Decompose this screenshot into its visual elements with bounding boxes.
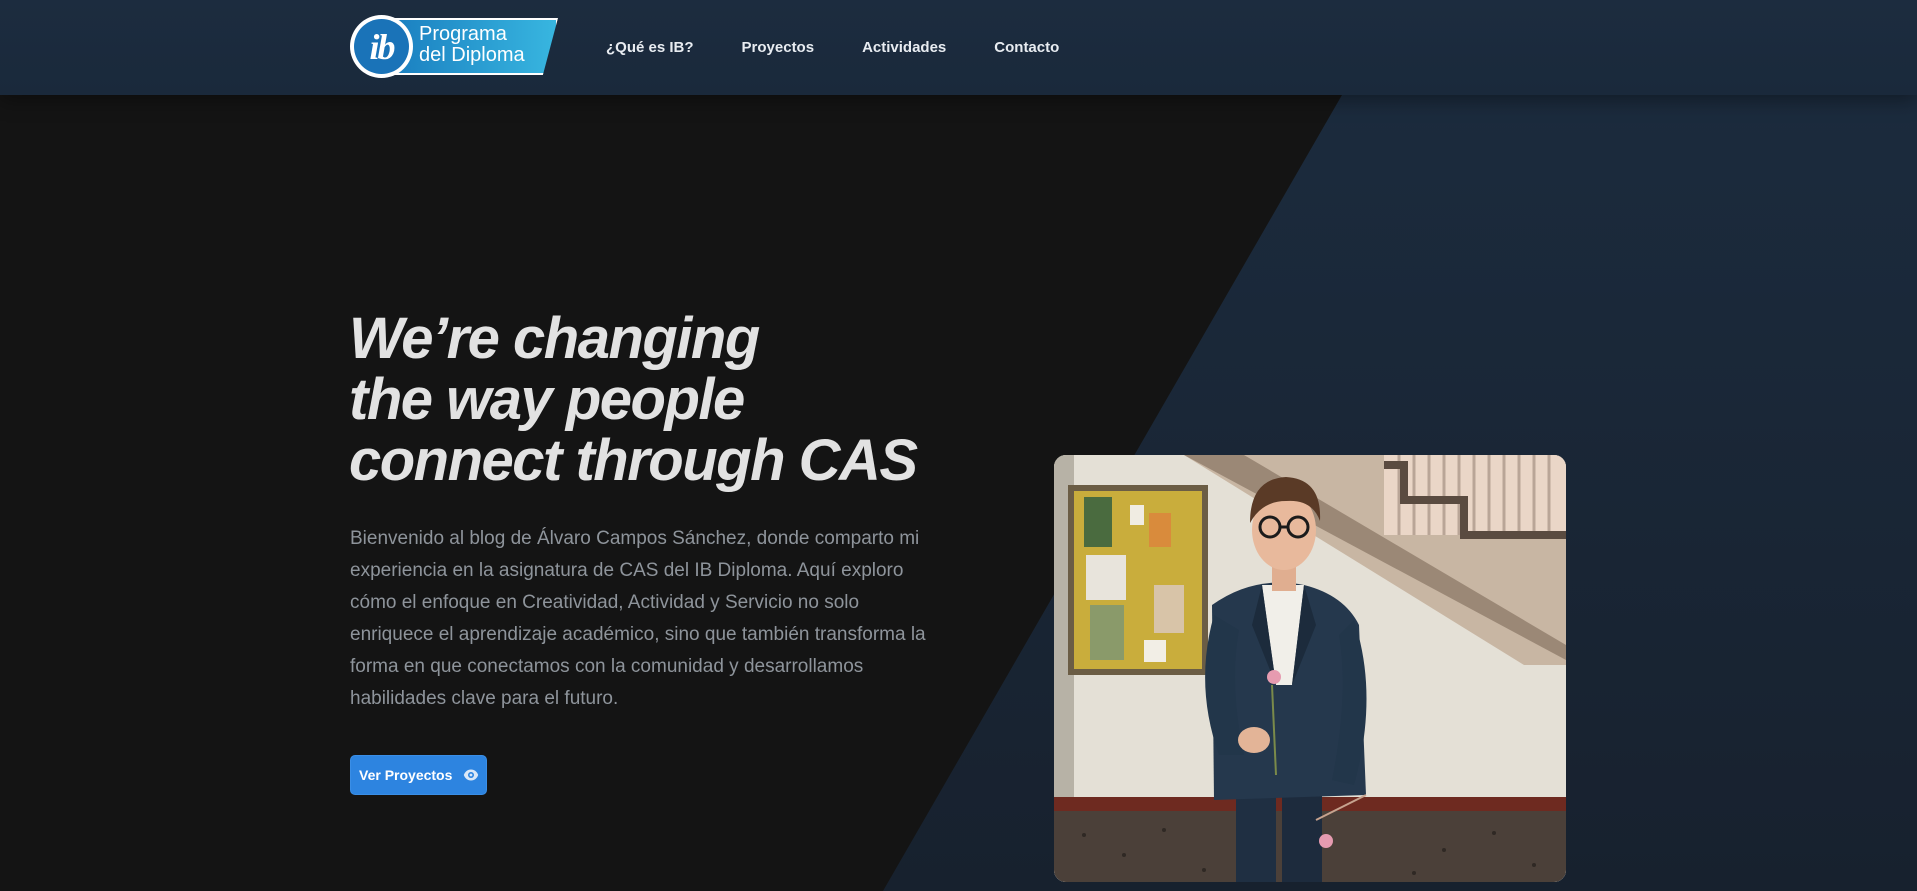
hero-title-line-2: the way people	[349, 367, 745, 432]
ib-logo-circle: ib	[350, 15, 413, 78]
nav-item-que-es-ib[interactable]: ¿Qué es IB?	[606, 39, 694, 56]
profile-photo	[1054, 455, 1566, 882]
nav-item-contacto[interactable]: Contacto	[994, 39, 1059, 56]
nav-item-proyectos[interactable]: Proyectos	[742, 39, 815, 56]
hero-title: We’re changing the way people connect th…	[349, 308, 969, 491]
hero-description: Bienvenido al blog de Álvaro Campos Sánc…	[350, 528, 926, 709]
ver-proyectos-button[interactable]: Ver Proyectos	[350, 755, 487, 795]
ib-logo[interactable]: ib Programa del Diploma	[350, 15, 558, 79]
ib-logo-mark: ib	[354, 19, 409, 74]
nav-item-actividades[interactable]: Actividades	[862, 39, 946, 56]
site-header: ib Programa del Diploma ¿Qué es IB? Proy…	[0, 0, 1917, 95]
ver-proyectos-label: Ver Proyectos	[359, 767, 453, 783]
hero-title-line-3: connect through CAS	[349, 428, 918, 493]
logo-line-2: del Diploma	[419, 44, 525, 66]
main-nav: ¿Qué es IB? Proyectos Actividades Contac…	[606, 0, 1107, 95]
ib-logo-banner: Programa del Diploma	[390, 18, 558, 75]
hero-title-line-1: We’re changing	[349, 306, 760, 371]
eye-icon	[463, 769, 479, 781]
profile-photo-illustration	[1054, 455, 1566, 882]
logo-line-1: Programa	[419, 23, 507, 45]
